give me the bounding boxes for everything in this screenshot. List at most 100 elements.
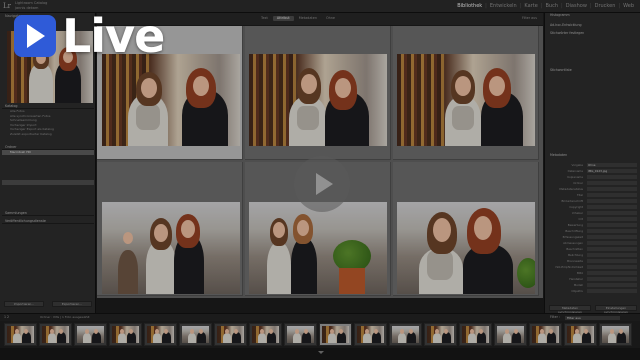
module-web[interactable]: Web: [620, 3, 637, 9]
filmstrip-thumbnail[interactable]: [249, 323, 282, 346]
metadata-title[interactable]: Metadaten: [547, 153, 639, 158]
filmstrip-image: [427, 326, 454, 343]
folder-item[interactable]: [2, 195, 94, 200]
module-book[interactable]: Buch: [542, 3, 561, 9]
filmstrip-image: [42, 326, 69, 343]
collapse-filmstrip-icon[interactable]: [318, 351, 324, 354]
quick-develop-title[interactable]: Ad-hoc-Entwicklung: [547, 23, 639, 28]
filmstrip-thumbnail[interactable]: [4, 323, 37, 346]
folder-item[interactable]: [2, 188, 94, 193]
grid-cell[interactable]: [393, 162, 539, 296]
metadata-row: Erfassungszeit: [549, 235, 637, 239]
filmstrip-image: [357, 326, 384, 343]
filmstrip-thumbnail[interactable]: [564, 323, 597, 346]
filter-tabs: Text Attribut Metadaten Ohne: [257, 16, 339, 21]
filmstrip-image: [392, 326, 419, 343]
filmstrip-source-info[interactable]: Ordner : IMG | 1 Foto ausgewählt: [40, 315, 90, 320]
publish-services-title[interactable]: Veröffentlichungsdienste: [2, 219, 94, 224]
filmstrip-image: [567, 326, 594, 343]
module-slideshow[interactable]: Diashow: [563, 3, 590, 9]
catalog-line-2: jannis dekam: [15, 6, 39, 10]
filter-tab-text[interactable]: Text: [257, 16, 272, 21]
metadata-row: Metadatenstatus: [549, 187, 637, 191]
play-icon[interactable]: [316, 173, 333, 195]
filmstrip-thumbnail[interactable]: [459, 323, 492, 346]
metadata-row: Kopiename: [549, 175, 637, 179]
module-develop[interactable]: Entwickeln: [487, 3, 520, 9]
live-play-icon: [27, 24, 45, 48]
metadata-row: Beschnitten: [549, 247, 637, 251]
photo-thumbnail[interactable]: [249, 202, 387, 294]
sync-metadata-button[interactable]: Metadaten synchronisieren: [549, 305, 591, 314]
module-print[interactable]: Drucken: [592, 3, 619, 9]
photo-thumbnail[interactable]: [397, 202, 535, 294]
folder-item[interactable]: [2, 180, 94, 185]
folder-item[interactable]: [2, 173, 94, 178]
filmstrip-thumbnail[interactable]: [599, 323, 632, 346]
secondary-window-toggles[interactable]: 1 2: [4, 315, 9, 320]
photo-thumbnail[interactable]: [102, 202, 240, 294]
photo-thumbnail[interactable]: [249, 54, 387, 146]
metadata-row: Dateiname IMG_0123.jpg: [549, 169, 637, 173]
filmstrip-image: [462, 326, 489, 343]
metadata-row: Urheber: [549, 211, 637, 215]
filmstrip-image: [322, 326, 349, 343]
import-export-buttons: Importieren... Exportieren...: [4, 301, 92, 308]
module-picker: Bibliothek | Entwickeln | Karte | Buch | Dia…: [454, 3, 637, 9]
histogram-title[interactable]: Histogramm: [547, 13, 639, 18]
filmstrip-thumbnail[interactable]: [179, 323, 212, 346]
grid-cell[interactable]: [393, 26, 539, 160]
metadata-row: Vorgabe Ohne: [549, 163, 637, 167]
folder-item[interactable]: [2, 158, 94, 163]
photo-thumbnail[interactable]: [102, 54, 240, 146]
catalog-item[interactable]: Zuletzt exportierter Katalog: [2, 132, 94, 137]
filmstrip-image: [252, 326, 279, 343]
filmstrip-thumbnail[interactable]: [284, 323, 317, 346]
filmstrip-thumbnail[interactable]: [389, 323, 422, 346]
import-button[interactable]: Importieren...: [4, 301, 44, 307]
folder-item[interactable]: [2, 165, 94, 170]
filmstrip-thumbnail[interactable]: [424, 323, 457, 346]
filmstrip-image: [497, 326, 524, 343]
sync-settings-button[interactable]: Einstellungen synchronisieren: [595, 305, 637, 314]
filmstrip-image: [112, 326, 139, 343]
filmstrip-thumbnail[interactable]: [109, 323, 142, 346]
filter-lock-label[interactable]: Filter aus: [522, 16, 537, 21]
grid-cell[interactable]: [97, 162, 243, 296]
metadata-row: Ordner: [549, 181, 637, 185]
filter-tab-attribute[interactable]: Attribut: [272, 16, 294, 21]
photo-thumbnail[interactable]: [397, 54, 535, 146]
metadata-row: Hersteller: [549, 277, 637, 281]
lightroom-logo: Lr: [3, 2, 11, 10]
filmstrip-thumbnail[interactable]: [74, 323, 107, 346]
keywording-title[interactable]: Stichwörter festlegen: [547, 31, 639, 36]
filmstrip-thumbnail[interactable]: [214, 323, 247, 346]
filter-tab-none[interactable]: Ohne: [322, 16, 339, 21]
filmstrip-image: [147, 326, 174, 343]
filmstrip-thumbnail[interactable]: [144, 323, 177, 346]
catalog-identity: Lightroom Catalog jannis dekam: [15, 1, 47, 11]
filmstrip-image: [532, 326, 559, 343]
filmstrip-thumbnail[interactable]: [494, 323, 527, 346]
metadata-row: Bildunterschrift: [549, 199, 637, 203]
metadata-row: Belichtung: [549, 253, 637, 257]
module-map[interactable]: Karte: [521, 3, 540, 9]
grid-cell[interactable]: [245, 26, 391, 160]
collections-section-title[interactable]: Sammlungen: [2, 211, 94, 216]
module-library[interactable]: Bibliothek: [454, 3, 485, 9]
sync-buttons: Metadaten synchronisieren Einstellungen …: [549, 305, 637, 314]
metadata-row: Objektiv: [549, 289, 637, 293]
keyword-list-title[interactable]: Stichwortliste: [547, 68, 639, 73]
folder-item[interactable]: Macintosh HD: [2, 150, 94, 155]
filmstrip-thumbnail[interactable]: [39, 323, 72, 346]
filter-tab-metadata[interactable]: Metadaten: [295, 16, 321, 21]
filmstrip-thumbnail[interactable]: [354, 323, 387, 346]
metadata-row: Modell: [549, 283, 637, 287]
export-button[interactable]: Exportieren...: [52, 301, 92, 307]
filmstrip-thumbnail[interactable]: [319, 323, 352, 346]
metadata-row: Brennweite: [549, 259, 637, 263]
filmstrip-filter-select[interactable]: Filter aus: [565, 315, 620, 320]
filmstrip-thumbnail[interactable]: [529, 323, 562, 346]
filmstrip-filter-label: Filter :: [550, 315, 560, 319]
collections-section: Sammlungen: [2, 211, 94, 216]
